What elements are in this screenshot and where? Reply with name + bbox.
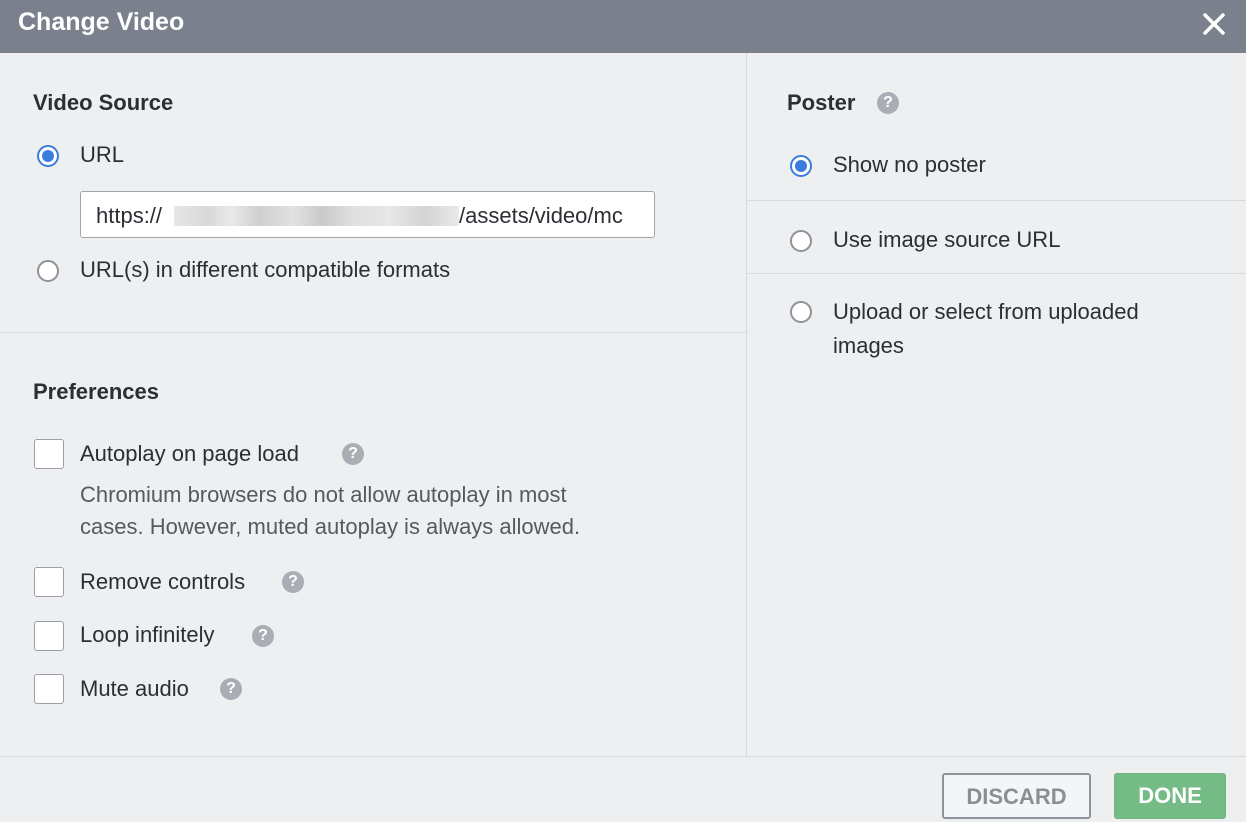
mute-label[interactable]: Mute audio	[80, 676, 189, 702]
autoplay-note-line1: Chromium browsers do not allow autoplay …	[80, 482, 567, 507]
no-poster-label[interactable]: Show no poster	[833, 152, 986, 178]
help-icon[interactable]: ?	[877, 92, 899, 114]
redacted-domain	[174, 206, 459, 226]
loop-checkbox[interactable]	[34, 621, 64, 651]
done-button[interactable]: DONE	[1114, 773, 1226, 819]
image-url-label[interactable]: Use image source URL	[833, 227, 1060, 253]
loop-label[interactable]: Loop infinitely	[80, 622, 215, 648]
poster-heading: Poster	[787, 90, 856, 115]
url-prefix-text: https://	[96, 203, 163, 228]
help-icon[interactable]: ?	[252, 625, 274, 647]
formats-radio-label[interactable]: URL(s) in different compatible formats	[80, 257, 450, 283]
footer-divider	[0, 756, 1246, 757]
preferences-heading: Preferences	[33, 379, 159, 404]
upload-label-line2[interactable]: images	[833, 333, 904, 359]
remove-controls-label[interactable]: Remove controls	[80, 569, 245, 595]
upload-label-line1[interactable]: Upload or select from uploaded	[833, 299, 1139, 325]
close-icon[interactable]	[1200, 10, 1228, 38]
help-icon[interactable]: ?	[220, 678, 242, 700]
upload-radio[interactable]	[790, 301, 812, 323]
url-radio[interactable]	[37, 145, 59, 167]
mute-checkbox[interactable]	[34, 674, 64, 704]
video-source-heading: Video Source	[33, 90, 174, 115]
autoplay-checkbox[interactable]	[34, 439, 64, 469]
video-url-input[interactable]: https:// /assets/video/mc	[80, 191, 655, 238]
url-suffix-text: /assets/video/mc	[459, 203, 623, 228]
url-radio-label[interactable]: URL	[80, 142, 124, 168]
no-poster-radio[interactable]	[790, 155, 812, 177]
autoplay-label[interactable]: Autoplay on page load	[80, 441, 299, 467]
dialog-titlebar: Change Video	[0, 0, 1246, 53]
help-icon[interactable]: ?	[342, 443, 364, 465]
formats-radio[interactable]	[37, 260, 59, 282]
poster-divider	[747, 200, 1246, 201]
discard-button[interactable]: DISCARD	[942, 773, 1091, 819]
dialog-title: Change Video	[18, 8, 185, 36]
image-url-radio[interactable]	[790, 230, 812, 252]
help-icon[interactable]: ?	[282, 571, 304, 593]
column-divider	[746, 53, 747, 756]
section-divider	[0, 332, 746, 333]
poster-divider	[747, 273, 1246, 274]
autoplay-note-line2: cases. However, muted autoplay is always…	[80, 514, 581, 539]
remove-controls-checkbox[interactable]	[34, 567, 64, 597]
